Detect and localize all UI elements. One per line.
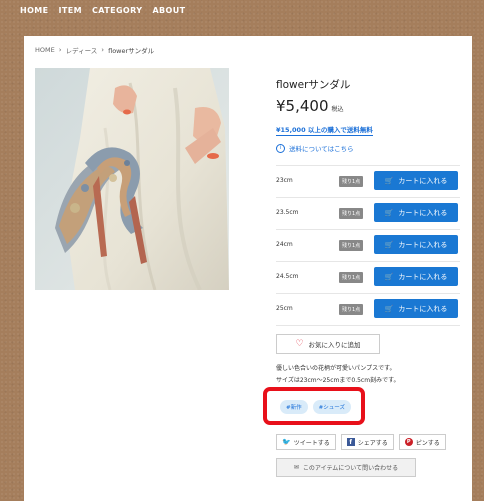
variant-list: 23cm 残り1点 🛒 カートに入れる 23.5cm 残り1点 🛒 カートに入れる … — [276, 165, 460, 326]
cart-icon: 🛒 — [384, 208, 394, 217]
highlight-annotation — [263, 387, 365, 425]
cart-label: カートに入れる — [398, 304, 448, 313]
shipping-info-label: 送料についてはこちら — [289, 145, 354, 153]
breadcrumb-separator: › — [101, 46, 105, 54]
favorite-label: お気に入りに追加 — [308, 341, 361, 349]
product-price: ¥5,400 税込 — [276, 97, 344, 115]
stock-badge: 残り1点 — [339, 176, 364, 187]
nav-about[interactable]: ABOUT — [152, 6, 185, 15]
variant-row: 25cm 残り1点 🛒 カートに入れる — [276, 293, 460, 326]
stock-badge: 残り1点 — [339, 272, 364, 283]
product-title: flowerサンダル — [276, 79, 351, 91]
nav-item[interactable]: ITEM — [59, 6, 82, 15]
heart-icon: ♡ — [295, 339, 304, 349]
variant-row: 23cm 残り1点 🛒 カートに入れる — [276, 165, 460, 197]
cart-label: カートに入れる — [398, 272, 448, 281]
facebook-share-button[interactable]: f シェアする — [340, 434, 394, 450]
pin-button[interactable]: P ピンする — [398, 434, 446, 450]
facebook-icon: f — [346, 438, 355, 446]
variant-row: 24.5cm 残り1点 🛒 カートに入れる — [276, 261, 460, 293]
description-line: サイズは23cm〜25cmまで0.5cm刻みです。 — [276, 377, 400, 384]
inquiry-button[interactable]: ✉ このアイテムについて問い合わせる — [276, 458, 416, 477]
breadcrumb: HOME › レディース › flowerサンダル — [35, 45, 154, 55]
product-description: 優しい色合いの花柄が可愛いパンプスです。 サイズは23cm〜25cmまで0.5c… — [276, 363, 399, 387]
breadcrumb-category[interactable]: レディース — [66, 45, 98, 55]
add-to-favorites-button[interactable]: ♡ お気に入りに追加 — [276, 334, 380, 354]
info-icon: i — [276, 143, 285, 153]
tax-label: 税込 — [331, 106, 344, 113]
breadcrumb-home[interactable]: HOME — [35, 46, 55, 54]
nav-home[interactable]: HOME — [20, 6, 49, 15]
product-image — [35, 68, 229, 290]
variant-row: 23.5cm 残り1点 🛒 カートに入れる — [276, 197, 460, 229]
add-to-cart-button[interactable]: 🛒 カートに入れる — [374, 203, 458, 222]
tweet-label: ツイートする — [293, 439, 330, 447]
inquiry-label: このアイテムについて問い合わせる — [302, 465, 399, 472]
breadcrumb-separator: › — [58, 46, 62, 54]
add-to-cart-button[interactable]: 🛒 カートに入れる — [374, 171, 458, 190]
pin-label: ピンする — [415, 439, 440, 447]
add-to-cart-button[interactable]: 🛒 カートに入れる — [374, 299, 458, 318]
stock-badge: 残り1点 — [339, 304, 364, 315]
cart-icon: 🛒 — [384, 176, 394, 185]
cart-label: カートに入れる — [398, 240, 448, 249]
add-to-cart-button[interactable]: 🛒 カートに入れる — [374, 267, 458, 286]
shipping-info-link[interactable]: i 送料についてはこちら — [276, 143, 354, 153]
variant-size: 24.5cm — [276, 273, 299, 280]
variant-row: 24cm 残り1点 🛒 カートに入れる — [276, 229, 460, 261]
add-to-cart-button[interactable]: 🛒 カートに入れる — [374, 235, 458, 254]
facebook-label: シェアする — [357, 439, 388, 447]
variant-size: 23.5cm — [276, 209, 299, 216]
stock-badge: 残り1点 — [339, 240, 364, 251]
cart-label: カートに入れる — [398, 176, 448, 185]
product-card: HOME › レディース › flowerサンダル flowerサンダル ¥5,… — [24, 36, 472, 501]
mail-icon: ✉ — [293, 464, 299, 471]
cart-icon: 🛒 — [384, 240, 394, 249]
variant-size: 24cm — [276, 241, 293, 248]
top-nav: HOME ITEM CATEGORY ABOUT — [20, 6, 186, 15]
cart-icon: 🛒 — [384, 272, 394, 281]
variant-size: 23cm — [276, 177, 293, 184]
cart-label: カートに入れる — [398, 208, 448, 217]
tweet-button[interactable]: 🐦 ツイートする — [276, 434, 336, 450]
description-line: 優しい色合いの花柄が可愛いパンプスです。 — [276, 365, 396, 372]
variant-size: 25cm — [276, 305, 293, 312]
stock-badge: 残り1点 — [339, 208, 364, 219]
pinterest-icon: P — [404, 438, 413, 446]
free-shipping-link[interactable]: ¥15,000 以上の購入で送料無料 — [276, 124, 373, 136]
cart-icon: 🛒 — [384, 304, 394, 313]
price-value: ¥5,400 — [276, 97, 329, 115]
breadcrumb-current: flowerサンダル — [108, 47, 155, 55]
nav-category[interactable]: CATEGORY — [92, 6, 142, 15]
twitter-icon: 🐦 — [282, 438, 291, 446]
share-buttons: 🐦 ツイートする f シェアする P ピンする — [276, 434, 446, 450]
